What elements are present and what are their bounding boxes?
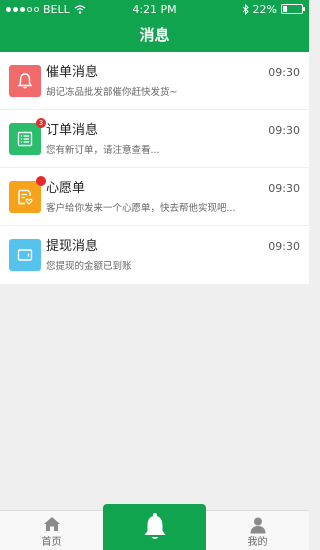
urge-icon-tile <box>9 64 41 97</box>
order-icon-tile: 3 <box>9 117 46 155</box>
page-title: 消息 <box>0 18 309 52</box>
tab-home-label: 首页 <box>41 537 62 548</box>
battery-icon <box>281 4 305 14</box>
wifi-icon <box>74 4 86 14</box>
message-title: 订单消息 <box>46 122 99 138</box>
message-subtitle: 您提现的金额已到账 <box>46 261 132 272</box>
tab-home[interactable]: 首页 <box>0 511 103 550</box>
message-time: 09:30 <box>268 182 300 195</box>
message-list: 催单消息 胡记冻品批发部催你赶快发货~ 09:30 3 订单消息 您有新订单，请… <box>0 52 309 284</box>
message-item-urge[interactable]: 催单消息 胡记冻品批发部催你赶快发货~ 09:30 <box>0 52 309 110</box>
wishlist-icon <box>18 189 33 205</box>
signal-strength-icon <box>6 6 39 12</box>
message-item-withdraw[interactable]: 提现消息 您提现的金额已到账 09:30 <box>0 226 309 284</box>
message-title: 心愿单 <box>46 180 86 196</box>
message-subtitle: 您有新订单，请注意查看... <box>46 144 160 156</box>
message-item-wishlist[interactable]: 心愿单 客户给你发来一个心愿单，快去帮他实现吧... 09:30 <box>0 168 309 226</box>
tab-mine[interactable]: 我的 <box>206 511 309 550</box>
user-icon <box>250 517 265 534</box>
battery-percent: 22% <box>252 2 277 16</box>
carrier-name: BELL <box>43 2 70 16</box>
unread-badge: 3 <box>36 117 46 128</box>
message-time: 09:30 <box>268 240 300 253</box>
home-icon <box>43 517 60 531</box>
message-subtitle: 胡记冻品批发部催你赶快发货~ <box>46 86 178 98</box>
order-list-icon <box>17 131 33 146</box>
tab-bar: 首页 我的 <box>0 504 309 550</box>
message-title: 催单消息 <box>46 64 99 80</box>
status-bar: BELL 4:21 PM 22% <box>0 0 309 18</box>
bell-icon <box>144 513 165 539</box>
withdraw-icon-tile <box>9 239 41 271</box>
tab-messages[interactable] <box>103 504 206 550</box>
signal-carrier: BELL <box>6 3 86 16</box>
bell-icon <box>17 72 33 88</box>
message-time: 09:30 <box>268 124 300 137</box>
bluetooth-icon <box>242 3 249 15</box>
wishlist-icon-tile <box>9 175 46 213</box>
message-subtitle: 客户给你发来一个心愿单，快去帮他实现吧... <box>46 202 236 214</box>
message-item-order[interactable]: 3 订单消息 您有新订单，请注意查看... 09:30 <box>0 110 309 168</box>
tab-mine-label: 我的 <box>247 537 268 548</box>
unread-dot <box>36 175 46 186</box>
wallet-icon <box>17 249 33 261</box>
message-time: 09:30 <box>268 66 300 79</box>
message-title: 提现消息 <box>46 239 99 254</box>
